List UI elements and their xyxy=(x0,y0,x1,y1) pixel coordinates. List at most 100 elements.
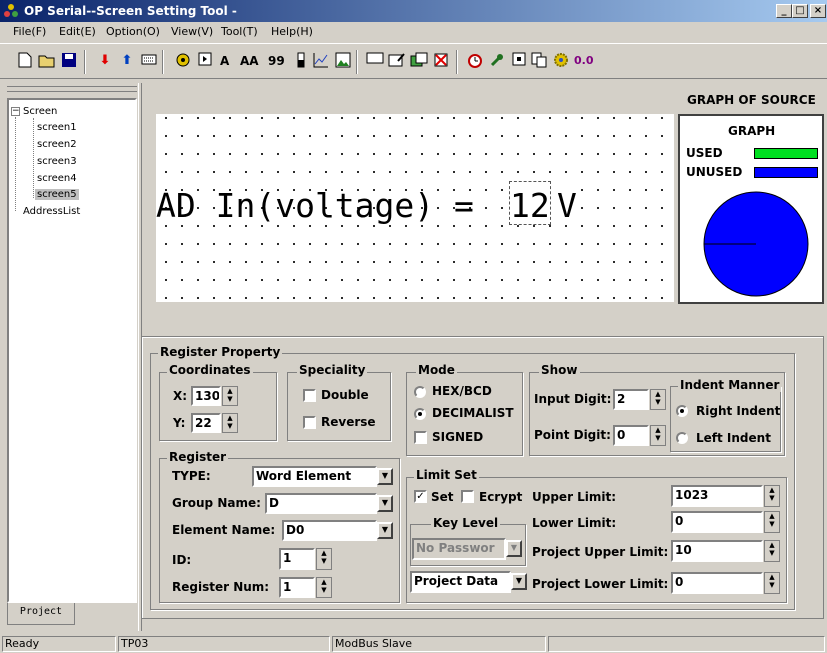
x-input[interactable]: 130 xyxy=(191,386,221,406)
x-spinner[interactable]: ▲ ▼ xyxy=(222,386,238,406)
menu-view[interactable]: View(V) xyxy=(171,25,213,38)
menu-help[interactable]: Help(H) xyxy=(271,25,313,38)
upload-arrow-icon[interactable]: ⬆ xyxy=(118,52,136,70)
canvas-unit-text[interactable]: V xyxy=(557,186,577,225)
type-dropdown-icon[interactable]: ▼ xyxy=(377,468,393,485)
input-digit-spinner[interactable]: ▲ ▼ xyxy=(650,389,666,410)
project-data-select[interactable]: Project Data xyxy=(410,571,511,593)
upper-limit-input[interactable]: 1023 xyxy=(671,485,763,507)
lamp-icon[interactable] xyxy=(174,52,192,70)
tree-item-screen4[interactable]: screen4 xyxy=(37,173,77,184)
text-aa-icon[interactable]: AA xyxy=(240,54,259,68)
lower-limit-input[interactable]: 0 xyxy=(671,511,763,533)
toolbar: ⬇ ⬆ A AA 99 0.0 xyxy=(0,43,827,79)
screen-copy-icon[interactable] xyxy=(410,52,428,70)
frame-icon[interactable] xyxy=(510,52,528,70)
window-edit-icon[interactable] xyxy=(388,52,406,70)
legend-unused-label: UNUSED xyxy=(686,165,743,179)
rectangle-icon[interactable] xyxy=(366,52,384,70)
screen-canvas[interactable]: AD In(voltage) = 12 V xyxy=(156,114,674,302)
id-spinner[interactable]: ▲ ▼ xyxy=(316,548,332,570)
register-num-input[interactable]: 1 xyxy=(279,577,315,598)
text-a-icon[interactable]: A xyxy=(220,54,229,68)
trend-chart-icon[interactable] xyxy=(312,52,330,70)
button-icon[interactable] xyxy=(196,52,214,70)
project-data-dropdown-icon[interactable]: ▼ xyxy=(511,573,527,590)
project-upper-limit-spinner[interactable]: ▲ ▼ xyxy=(764,540,780,562)
project-upper-limit-input[interactable]: 10 xyxy=(671,540,763,562)
ecrypt-checkbox[interactable] xyxy=(461,490,474,503)
download-arrow-icon[interactable]: ⬇ xyxy=(96,52,114,70)
tree-item-addresslist[interactable]: AddressList xyxy=(23,206,80,217)
menu-file[interactable]: File(F) xyxy=(13,25,46,38)
copy-icon[interactable] xyxy=(530,52,548,70)
menu-edit[interactable]: Edit(E) xyxy=(59,25,96,38)
set-checkbox[interactable]: ✓ xyxy=(414,490,427,503)
show-title: Show xyxy=(539,363,580,377)
y-spinner[interactable]: ▲ ▼ xyxy=(222,413,238,433)
delete-screen-icon[interactable] xyxy=(432,52,450,70)
tree-item-screen1[interactable]: screen1 xyxy=(37,122,77,133)
gear-icon[interactable] xyxy=(552,52,570,70)
legend-unused-swatch xyxy=(754,167,818,178)
keyboard-icon[interactable] xyxy=(140,52,158,70)
tree-item-screen3[interactable]: screen3 xyxy=(37,156,77,167)
point-digit-label: Point Digit: xyxy=(534,428,611,442)
title-bar: OP Serial--Screen Setting Tool - _ □ × xyxy=(0,0,827,22)
toolbar-separator xyxy=(84,50,86,74)
type-select[interactable]: Word Element xyxy=(252,466,377,487)
project-lower-limit-input[interactable]: 0 xyxy=(671,572,763,594)
hex-radio[interactable] xyxy=(414,386,426,398)
canvas-label-text[interactable]: AD In(voltage) = xyxy=(156,186,474,225)
open-folder-icon[interactable] xyxy=(38,52,56,70)
lower-limit-spinner[interactable]: ▲ ▼ xyxy=(764,511,780,533)
group-dropdown-icon[interactable]: ▼ xyxy=(377,495,393,512)
lower-limit-label: Lower Limit: xyxy=(532,516,617,530)
alarm-clock-icon[interactable] xyxy=(466,52,484,70)
point-digit-spinner[interactable]: ▲ ▼ xyxy=(650,425,666,446)
save-icon[interactable] xyxy=(60,52,78,70)
y-input[interactable]: 22 xyxy=(191,413,221,433)
bar-graph-icon[interactable] xyxy=(292,52,310,70)
tree-item-screen2[interactable]: screen2 xyxy=(37,139,77,150)
minimize-button[interactable]: _ xyxy=(776,4,792,18)
menu-tool[interactable]: Tool(T) xyxy=(221,25,258,38)
group-name-select[interactable]: D xyxy=(265,493,377,514)
input-digit-label: Input Digit: xyxy=(534,392,612,406)
canvas-value-field[interactable]: 12 xyxy=(509,181,551,225)
new-file-icon[interactable] xyxy=(16,52,34,70)
picture-icon[interactable] xyxy=(334,52,352,70)
project-lower-limit-spinner[interactable]: ▲ ▼ xyxy=(764,572,780,594)
point-digit-field[interactable]: 0 xyxy=(613,425,649,446)
tree-root-screen[interactable]: Screen xyxy=(23,106,57,117)
reverse-checkbox[interactable] xyxy=(303,416,316,429)
close-button[interactable]: × xyxy=(810,4,826,18)
element-name-select[interactable]: D0 xyxy=(282,520,377,541)
signed-checkbox[interactable] xyxy=(414,431,427,444)
upper-limit-spinner[interactable]: ▲ ▼ xyxy=(764,485,780,507)
hex-label: HEX/BCD xyxy=(432,384,492,398)
id-input[interactable]: 1 xyxy=(279,548,315,570)
maximize-button[interactable]: □ xyxy=(792,4,808,18)
project-tree: − Screen screen1 screen2 screen3 screen4… xyxy=(7,98,137,603)
double-checkbox[interactable] xyxy=(303,389,316,402)
register-num-spinner[interactable]: ▲ ▼ xyxy=(316,577,332,598)
element-dropdown-icon[interactable]: ▼ xyxy=(377,522,393,539)
toolbar-separator xyxy=(356,50,358,74)
menu-option[interactable]: Option(O) xyxy=(106,25,160,38)
left-panel-grip[interactable] xyxy=(7,86,137,92)
decimalist-radio[interactable] xyxy=(414,408,426,420)
speciality-title: Speciality xyxy=(297,363,368,377)
wrench-icon[interactable] xyxy=(488,52,506,70)
left-indent-radio[interactable] xyxy=(676,432,688,444)
decimalist-label: DECIMALIST xyxy=(432,406,514,420)
key-level-dropdown-icon: ▼ xyxy=(506,540,522,557)
status-protocol: ModBus Slave xyxy=(332,636,546,652)
tree-collapse-icon[interactable]: − xyxy=(11,107,20,116)
number-99-icon[interactable]: 99 xyxy=(268,54,285,68)
tab-project[interactable]: Project xyxy=(7,603,75,625)
right-indent-radio[interactable] xyxy=(676,405,688,417)
double-label: Double xyxy=(321,388,369,402)
tree-item-screen5[interactable]: screen5 xyxy=(35,189,79,200)
input-digit-field[interactable]: 2 xyxy=(613,389,649,410)
